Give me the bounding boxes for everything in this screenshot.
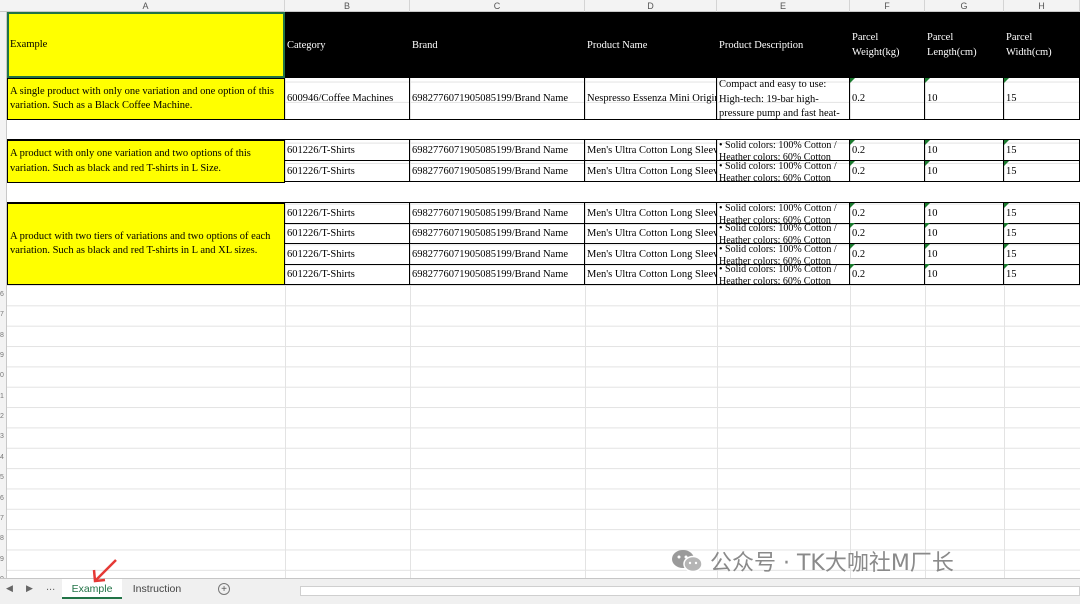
example-one-variation-two-options[interactable]: A product with only one variation and tw… (7, 140, 285, 183)
wechat-icon (672, 550, 703, 573)
table-cell-weight[interactable]: 0.2 (850, 161, 925, 182)
row-number[interactable]: 6 (0, 291, 6, 299)
tab-instruction[interactable]: Instruction (124, 579, 190, 599)
table-cell-length[interactable]: 10 (925, 223, 1004, 244)
watermark-text: 公众号 · TK大咖社M厂长 (710, 551, 954, 576)
prev-sheet-icon[interactable]: ◀ (6, 583, 13, 594)
table-cell-description[interactable]: Compact and easy to use: High-tech: 19-b… (717, 78, 850, 120)
table-cell-length[interactable]: 10 (925, 78, 1004, 120)
table-cell-width[interactable]: 15 (1004, 223, 1080, 244)
table-cell-brand[interactable]: 6982776071905085199/Brand Name (410, 264, 585, 285)
row-number[interactable]: 8 (0, 332, 6, 340)
column-header-bar: A B C D E F G H (0, 0, 1080, 12)
row-number[interactable]: 1 (0, 393, 6, 401)
table-cell-brand[interactable]: 6982776071905085199/Brand Name (410, 161, 585, 182)
header-brand[interactable]: Brand (410, 12, 585, 78)
next-sheet-icon[interactable]: ▶ (26, 583, 33, 594)
table-cell-description[interactable]: • Solid colors: 100% Cotton / Heather co… (717, 223, 850, 244)
table-cell-weight[interactable]: 0.2 (850, 244, 925, 265)
table-cell-weight[interactable]: 0.2 (850, 78, 925, 120)
header-parcel-width[interactable]: Parcel Width(cm) (1004, 12, 1080, 78)
table-cell-product-name[interactable]: Men's Ultra Cotton Long Sleeve (585, 244, 717, 265)
table-cell-description[interactable]: • Solid colors: 100% Cotton / Heather co… (717, 161, 850, 182)
table-cell-weight[interactable]: 0.2 (850, 203, 925, 224)
sheet-tab-bar: ◀ ▶ ... Example Instruction + (0, 578, 1080, 604)
table-cell-length[interactable]: 10 (925, 203, 1004, 224)
table-cell-brand[interactable]: 6982776071905085199/Brand Name (410, 223, 585, 244)
row-number[interactable]: 6 (0, 495, 6, 503)
table-cell-category[interactable]: 601226/T-Shirts (285, 161, 410, 182)
table-cell-product-name[interactable]: Men's Ultra Cotton Long Sleeve (585, 223, 717, 244)
table-cell-category[interactable]: 601226/T-Shirts (285, 203, 410, 224)
table-cell-description[interactable]: • Solid colors: 100% Cotton / Heather co… (717, 203, 850, 224)
column-letter-h[interactable]: H (1004, 0, 1080, 12)
table-cell-weight[interactable]: 0.2 (850, 140, 925, 161)
table-cell-product-name[interactable]: Men's Ultra Cotton Long Sleeve (585, 203, 717, 224)
table-cell-category[interactable]: 601226/T-Shirts (285, 140, 410, 161)
column-letter-f[interactable]: F (850, 0, 925, 12)
table-cell-width[interactable]: 15 (1004, 264, 1080, 285)
example-two-tiers[interactable]: A product with two tiers of variations a… (7, 203, 285, 285)
row-number[interactable]: 7 (0, 515, 6, 523)
watermark: 公众号 · TK大咖社M厂长 (670, 544, 954, 578)
annotation-arrow-icon (92, 559, 117, 583)
spreadsheet-grid[interactable]: Example Category Brand Product Name Prod… (7, 12, 1080, 578)
table-cell-brand[interactable]: 6982776071905085199/Brand Name (410, 203, 585, 224)
header-category[interactable]: Category (285, 12, 410, 78)
more-sheets-button[interactable]: ... (46, 581, 55, 593)
header-product-name[interactable]: Product Name (585, 12, 717, 78)
table-cell-length[interactable]: 10 (925, 244, 1004, 265)
row-number[interactable]: 2 (0, 413, 6, 421)
table-cell-category[interactable]: 600946/Coffee Machines (285, 78, 410, 120)
row-number[interactable]: 4 (0, 454, 6, 462)
table-cell-brand[interactable]: 6982776071905085199/Brand Name (410, 244, 585, 265)
table-cell-product-name[interactable]: Nespresso Essenza Mini Original (585, 78, 717, 120)
column-letter-e[interactable]: E (717, 0, 850, 12)
table-cell-width[interactable]: 15 (1004, 161, 1080, 182)
table-cell-length[interactable]: 10 (925, 140, 1004, 161)
table-cell-width[interactable]: 15 (1004, 140, 1080, 161)
table-cell-description[interactable]: • Solid colors: 100% Cotton / Heather co… (717, 264, 850, 285)
column-letter-d[interactable]: D (585, 0, 717, 12)
table-cell-width[interactable]: 15 (1004, 203, 1080, 224)
table-cell-width[interactable]: 15 (1004, 244, 1080, 265)
table-cell-product-name[interactable]: Men's Ultra Cotton Long Sleeve (585, 140, 717, 161)
table-cell-brand[interactable]: 6982776071905085199/Brand Name (410, 140, 585, 161)
table-cell-weight[interactable]: 0.2 (850, 264, 925, 285)
table-cell-product-name[interactable]: Men's Ultra Cotton Long Sleeve (585, 264, 717, 285)
table-cell-brand[interactable]: 6982776071905085199/Brand Name (410, 78, 585, 120)
column-letter-c[interactable]: C (410, 0, 585, 12)
column-letter-b[interactable]: B (285, 0, 410, 12)
table-cell-description[interactable]: • Solid colors: 100% Cotton / Heather co… (717, 244, 850, 265)
header-parcel-length[interactable]: Parcel Length(cm) (925, 12, 1004, 78)
table-cell-description[interactable]: • Solid colors: 100% Cotton / Heather co… (717, 140, 850, 161)
row-number[interactable]: 3 (0, 433, 6, 441)
horizontal-scrollbar[interactable] (300, 586, 1080, 596)
row-number[interactable]: 9 (0, 556, 6, 564)
example-single-product[interactable]: A single product with only one variation… (7, 78, 285, 120)
table-cell-category[interactable]: 601226/T-Shirts (285, 244, 410, 265)
row-number[interactable]: 9 (0, 352, 6, 360)
table-cell-weight[interactable]: 0.2 (850, 223, 925, 244)
add-sheet-button[interactable]: + (218, 583, 230, 595)
row-number[interactable]: 7 (0, 311, 6, 319)
row-number[interactable]: 0 (0, 372, 6, 380)
column-letter-a[interactable]: A (7, 0, 285, 12)
row-number[interactable]: 5 (0, 474, 6, 482)
table-cell-length[interactable]: 10 (925, 264, 1004, 285)
header-example[interactable]: Example (7, 12, 285, 78)
row-number-strip: 678901234567890 (0, 12, 7, 578)
column-letter-g[interactable]: G (925, 0, 1004, 12)
table-cell-product-name[interactable]: Men's Ultra Cotton Long Sleeve (585, 161, 717, 182)
row-number[interactable]: 8 (0, 535, 6, 543)
header-parcel-weight[interactable]: Parcel Weight(kg) (850, 12, 925, 78)
table-cell-length[interactable]: 10 (925, 161, 1004, 182)
table-cell-width[interactable]: 15 (1004, 78, 1080, 120)
table-cell-category[interactable]: 601226/T-Shirts (285, 264, 410, 285)
header-product-description[interactable]: Product Description (717, 12, 850, 78)
table-cell-category[interactable]: 601226/T-Shirts (285, 223, 410, 244)
